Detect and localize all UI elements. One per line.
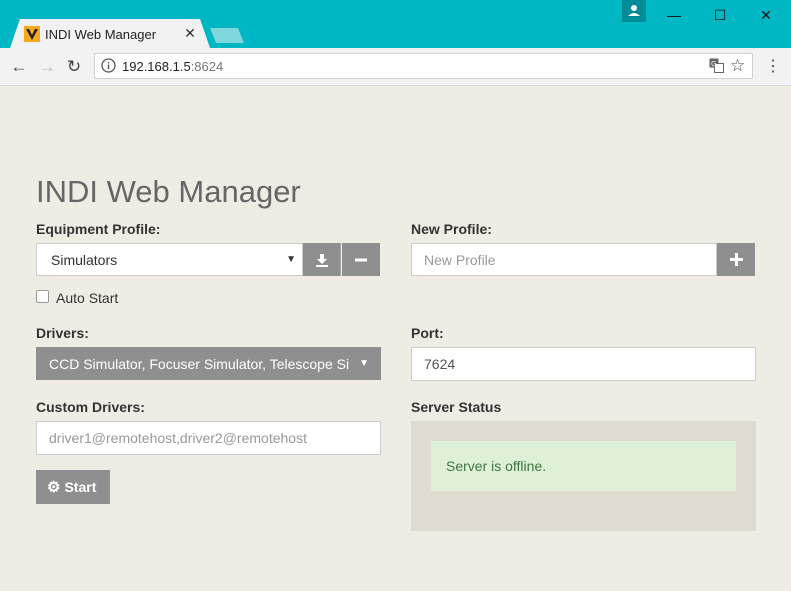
server-status-message: Server is offline.: [431, 441, 736, 491]
new-profile-label: New Profile:: [411, 221, 492, 237]
svg-text:G: G: [711, 60, 716, 68]
equipment-profile-select[interactable]: Simulators ▼: [36, 243, 303, 276]
gear-icon: ⚙: [47, 479, 61, 496]
save-profile-button[interactable]: [303, 243, 341, 276]
auto-start-checkbox[interactable]: [36, 290, 49, 303]
drivers-select[interactable]: CCD Simulator, Focuser Simulator, Telesc…: [36, 347, 381, 380]
start-button-label: Start: [64, 479, 97, 495]
url-text[interactable]: 192.168.1.5:8624: [122, 59, 223, 74]
plus-icon: [729, 253, 743, 266]
caret-down-icon: ▼: [286, 254, 296, 265]
new-profile-input[interactable]: New Profile: [411, 243, 717, 276]
tab-close-icon[interactable]: ✕: [183, 24, 197, 42]
equipment-profile-label: Equipment Profile:: [36, 221, 161, 237]
port-input[interactable]: 7624: [411, 347, 756, 381]
add-profile-button[interactable]: [717, 243, 755, 276]
new-tab-button[interactable]: [210, 28, 244, 43]
server-status-label: Server Status: [411, 399, 502, 415]
custom-drivers-placeholder: driver1@remotehost,driver2@remotehost: [49, 430, 307, 446]
person-icon: [628, 5, 640, 16]
remove-profile-button[interactable]: [342, 243, 380, 276]
page-title: INDI Web Manager: [36, 174, 301, 209]
browser-menu-icon[interactable]: ⋮: [764, 56, 782, 78]
drivers-selected-text: CCD Simulator, Focuser Simulator, Telesc…: [49, 355, 350, 372]
custom-drivers-label: Custom Drivers:: [36, 399, 145, 415]
port-value: 7624: [424, 356, 456, 372]
custom-drivers-input[interactable]: driver1@remotehost,driver2@remotehost: [36, 421, 381, 455]
new-profile-placeholder: New Profile: [424, 251, 496, 268]
start-button[interactable]: ⚙ Start: [36, 470, 110, 504]
maximize-button[interactable]: ☐: [697, 4, 743, 26]
minus-icon: [355, 258, 367, 261]
caret-down-icon: ▼: [359, 358, 369, 369]
info-icon[interactable]: [101, 58, 116, 73]
minimize-button[interactable]: —: [651, 4, 697, 26]
forward-arrow-icon[interactable]: →: [36, 56, 58, 78]
auto-start-label: Auto Start: [56, 290, 119, 306]
profile-button[interactable]: [622, 0, 646, 22]
bookmark-star-icon[interactable]: ☆: [730, 56, 745, 76]
download-icon: [315, 253, 328, 267]
equipment-profile-value: Simulators: [51, 251, 118, 268]
drivers-label: Drivers:: [36, 325, 89, 341]
close-window-button[interactable]: ✕: [743, 4, 789, 26]
reload-icon[interactable]: ↻: [63, 56, 85, 78]
translate-icon[interactable]: G: [709, 58, 724, 73]
indi-logo-icon: [24, 26, 40, 42]
back-arrow-icon[interactable]: ←: [8, 56, 30, 78]
tab-title: INDI Web Manager: [45, 27, 157, 42]
port-label: Port:: [411, 325, 444, 341]
